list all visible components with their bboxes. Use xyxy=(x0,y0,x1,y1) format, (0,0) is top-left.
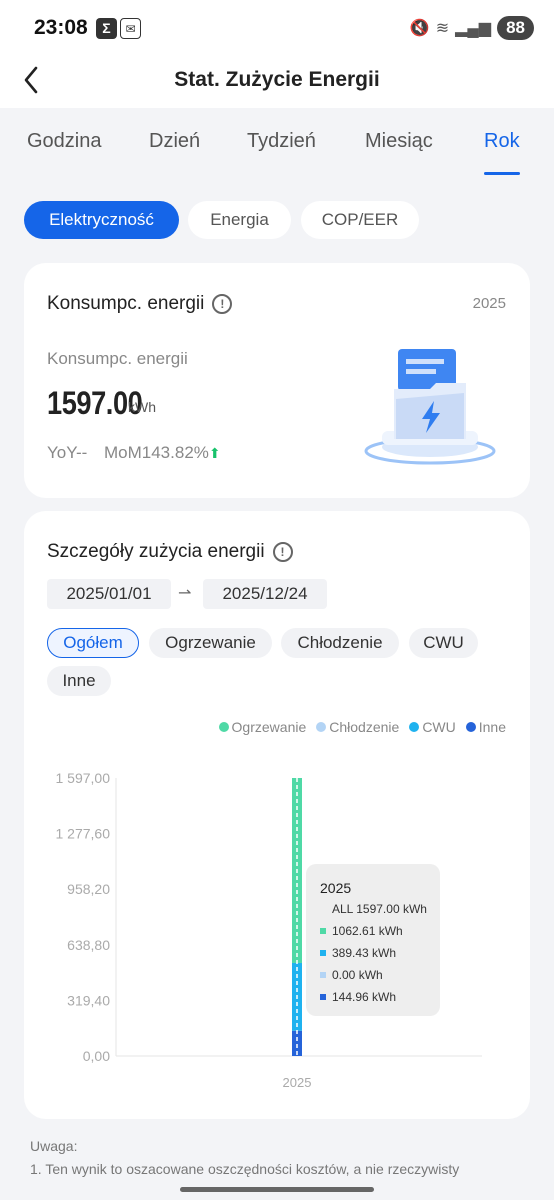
tooltip-row: 144.96 kWh xyxy=(320,990,396,1004)
summary-year: 2025 xyxy=(472,295,506,312)
y-tick-label: 1 597,00 xyxy=(56,770,111,786)
page-title: Stat. Zużycie Energii xyxy=(174,68,380,91)
yoy-value: YoY-- xyxy=(47,443,88,462)
y-tick-label: 958,20 xyxy=(67,881,110,897)
mail-notification-icon: ✉ xyxy=(120,18,141,39)
status-time: 23:08 xyxy=(34,16,88,39)
y-tick-label: 319,40 xyxy=(67,992,110,1008)
y-tick-label: 0,00 xyxy=(83,1048,110,1064)
tooltip-title: 2025 xyxy=(320,880,352,896)
tooltip-row-value: 389.43 kWh xyxy=(332,946,397,960)
y-tick-label: 1 277,60 xyxy=(56,826,111,842)
tooltip-row: 389.43 kWh xyxy=(320,946,396,960)
mom-text: MoM143.82% xyxy=(104,443,209,462)
energy-details-card: Szczegóły zużycia energii ! 2025/01/01 ⇀… xyxy=(24,511,530,1119)
tooltip-swatch-icon xyxy=(320,950,326,956)
increase-arrow-icon: ⬆ xyxy=(208,445,221,461)
summary-title: Konsumpc. energii xyxy=(47,293,205,314)
tooltip-total: ALL 1597.00 kWh xyxy=(332,902,427,916)
pill-energia[interactable]: Energia xyxy=(188,201,291,239)
consumption-bar-chart: 1 597,00 1 277,60 958,20 638,80 319,40 0,00 20… xyxy=(56,770,482,1090)
x-tick-label: 2025 xyxy=(283,1075,312,1090)
wifi-icon: ≋ xyxy=(435,20,450,37)
mute-icon: 🔇 xyxy=(409,20,430,37)
note-line: 1. Ten wynik to oszacowane oszczędności … xyxy=(30,1161,460,1177)
period-tabs: Godzina Dzień Tydzień Miesiąc Rok xyxy=(0,108,554,184)
note-title: Uwaga: xyxy=(30,1138,78,1154)
status-bar: 23:08 Σ ✉ 🔇 ≋ ▂▄▆ 88 xyxy=(0,0,554,56)
signal-icon: ▂▄▆ xyxy=(455,20,492,37)
app-header: Stat. Zużycie Energii xyxy=(0,56,554,108)
battery-indicator: 88 xyxy=(497,16,534,40)
tooltip-row: 0.00 kWh xyxy=(320,968,383,982)
tooltip-row-value: 1062.61 kWh xyxy=(332,924,403,938)
pill-cop-eer[interactable]: COP/EER xyxy=(301,201,419,239)
tooltip-row-value: 0.00 kWh xyxy=(332,968,383,982)
info-icon[interactable]: ! xyxy=(212,294,233,314)
energy-summary-card: Konsumpc. energii ! 2025 Konsumpc. energ… xyxy=(24,263,530,498)
active-tab-indicator xyxy=(484,172,520,175)
tab-tydzien[interactable]: Tydzień xyxy=(247,130,316,153)
tab-miesiac[interactable]: Miesiąc xyxy=(365,130,433,153)
app-notification-icon: Σ xyxy=(96,18,117,39)
status-icons: 🔇 ≋ ▂▄▆ 88 xyxy=(410,16,534,40)
chart-tooltip: 2025 ALL 1597.00 kWh 1062.61 kWh 389.43 … xyxy=(306,864,440,1016)
mom-value: MoM143.82%⬆ xyxy=(104,443,221,463)
tooltip-row: 1062.61 kWh xyxy=(320,924,403,938)
tooltip-swatch-icon xyxy=(320,928,326,934)
tooltip-row-value: 144.96 kWh xyxy=(332,990,397,1004)
tooltip-swatch-icon xyxy=(320,972,326,978)
home-indicator[interactable] xyxy=(180,1187,374,1192)
summary-title-row: Konsumpc. energii ! xyxy=(47,293,233,315)
summary-sub-label: Konsumpc. energii xyxy=(47,349,188,368)
tab-rok[interactable]: Rok xyxy=(484,130,520,153)
energy-unit: kWh xyxy=(128,399,156,415)
tooltip-swatch-icon xyxy=(320,994,326,1000)
tab-dzien[interactable]: Dzień xyxy=(149,130,200,153)
energy-folder-illustration xyxy=(364,349,496,465)
y-tick-label: 638,80 xyxy=(67,937,110,953)
tab-godzina[interactable]: Godzina xyxy=(27,130,102,153)
pill-elektrycznosc[interactable]: Elektryczność xyxy=(24,201,179,239)
